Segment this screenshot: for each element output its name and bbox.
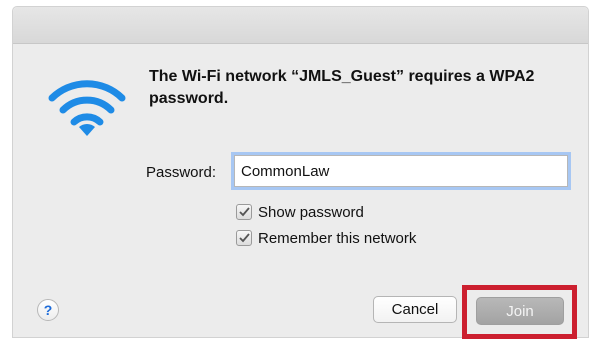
dialog-message: The Wi-Fi network “JMLS_Guest” requires … bbox=[149, 68, 535, 107]
password-input[interactable] bbox=[234, 155, 568, 187]
title-bar bbox=[13, 7, 588, 44]
help-button[interactable]: ? bbox=[37, 299, 59, 321]
checkmark-icon bbox=[238, 207, 250, 217]
show-password-checkbox[interactable]: Show password bbox=[236, 202, 364, 222]
checkbox-box[interactable] bbox=[236, 204, 252, 220]
remember-network-label: Remember this network bbox=[258, 229, 417, 247]
join-button[interactable]: Join bbox=[476, 297, 564, 325]
help-icon: ? bbox=[43, 302, 53, 318]
cancel-button[interactable]: Cancel bbox=[373, 296, 457, 323]
checkbox-box[interactable] bbox=[236, 230, 252, 246]
wifi-password-dialog: The Wi-Fi network “JMLS_Guest” requires … bbox=[12, 6, 589, 339]
checkmark-icon bbox=[238, 233, 250, 243]
show-password-label: Show password bbox=[258, 203, 364, 221]
remember-network-checkbox[interactable]: Remember this network bbox=[236, 228, 416, 248]
wifi-icon bbox=[48, 80, 126, 136]
password-label: Password: bbox=[146, 164, 217, 181]
